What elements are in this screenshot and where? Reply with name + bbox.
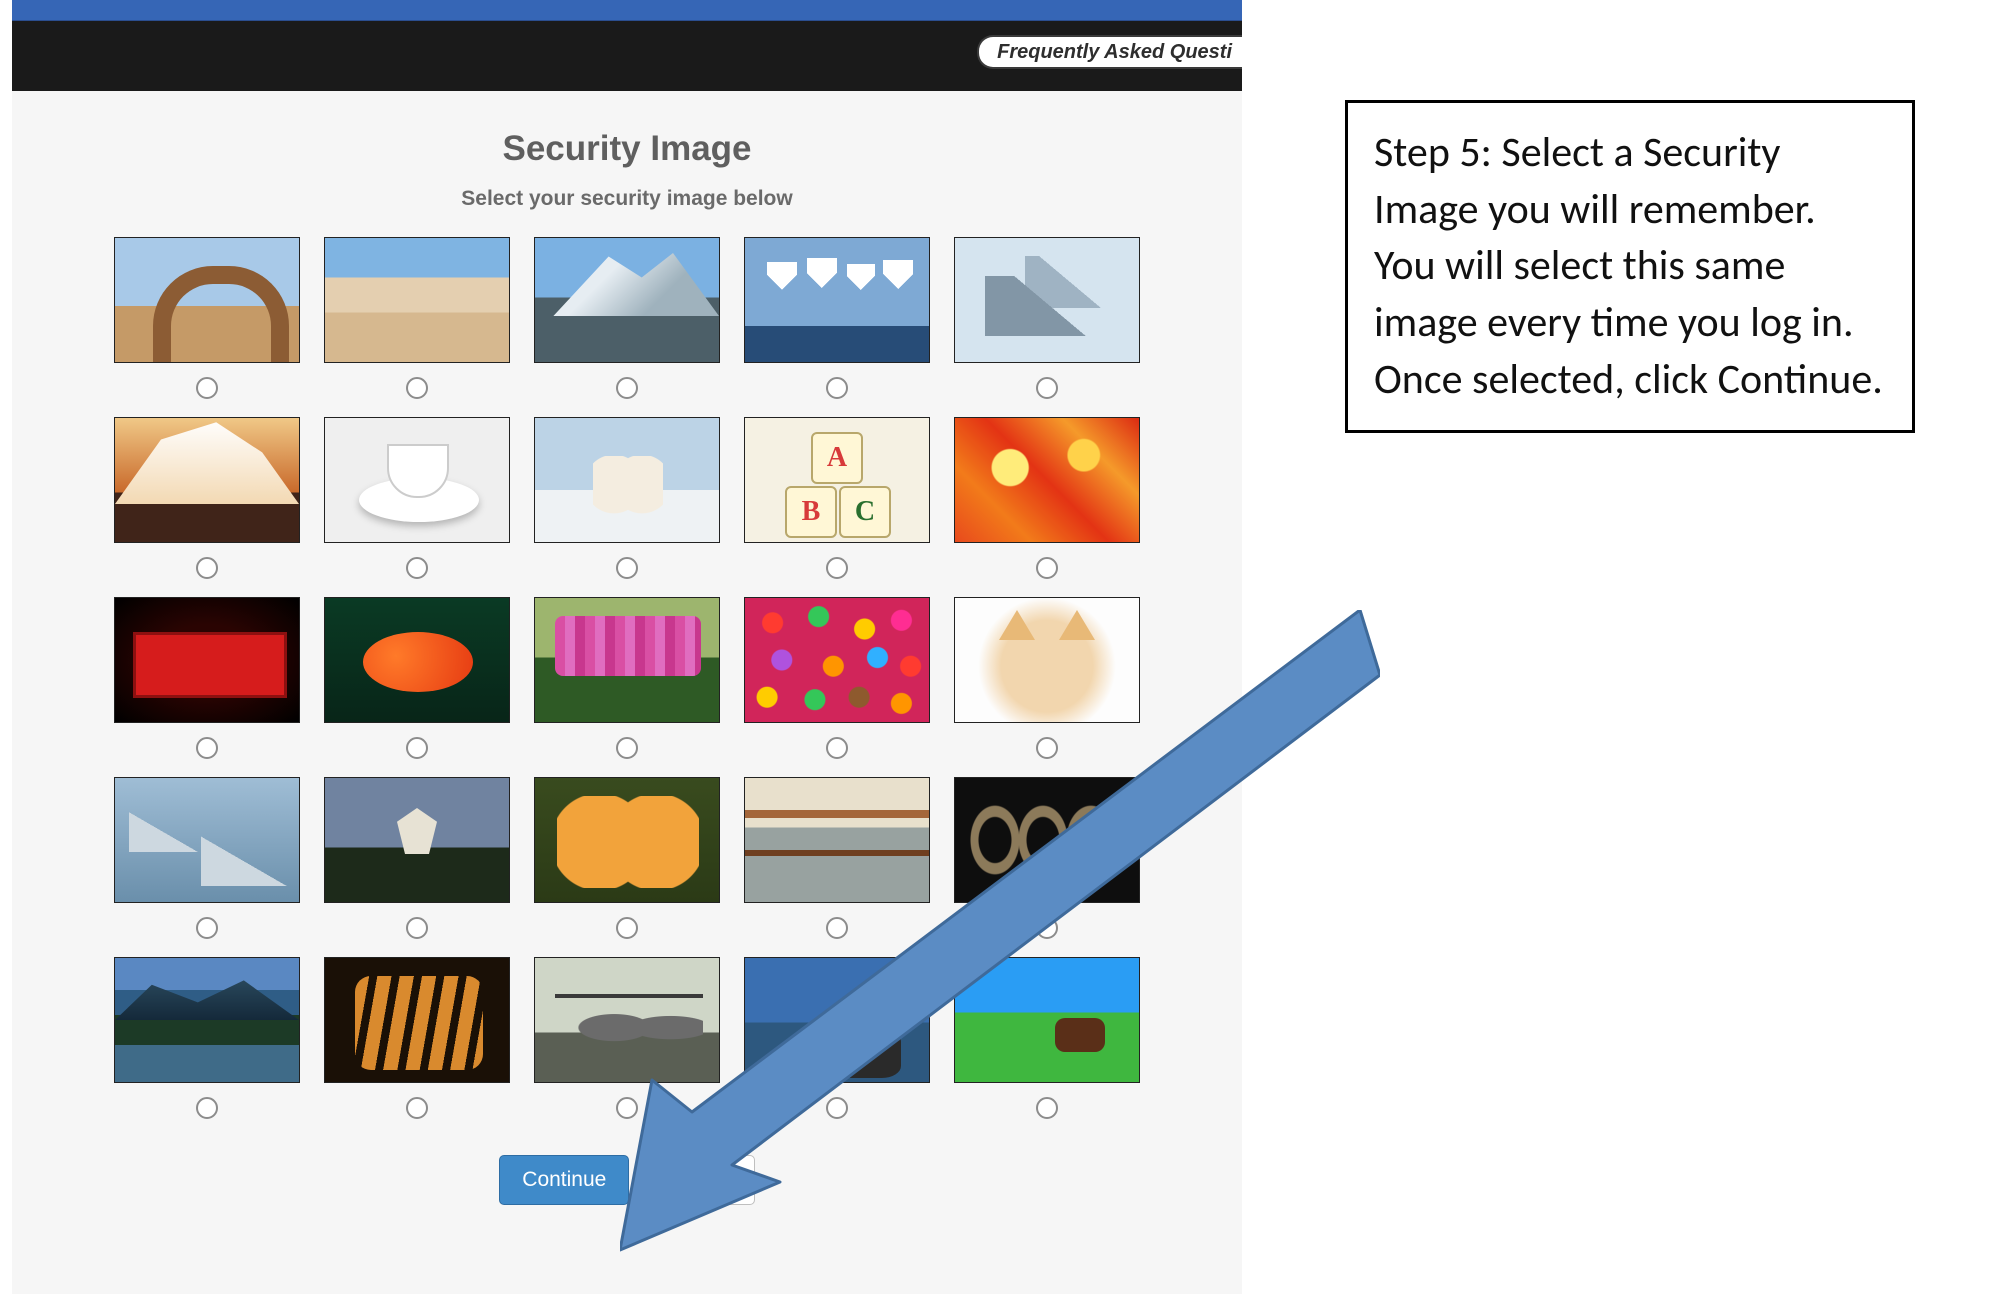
grid-row	[114, 777, 1140, 957]
page-title: Security Image	[12, 129, 1242, 169]
image-option-polar-bears[interactable]	[534, 417, 720, 597]
radio-chain[interactable]	[1036, 917, 1058, 939]
image-option-desert-arch[interactable]	[114, 237, 300, 417]
instruction-callout: Step 5: Select a Security Image you will…	[1345, 100, 1915, 433]
image-option-autumn-leaves[interactable]	[954, 417, 1140, 597]
thumb-mountain-town	[534, 237, 720, 363]
image-option-exit-sign[interactable]: EXIT	[114, 597, 300, 777]
grid-row: EXIT	[114, 597, 1140, 777]
grid-row: A B C	[114, 417, 1140, 597]
radio-exit-sign[interactable]	[196, 737, 218, 759]
callout-text: Step 5: Select a Security Image you will…	[1374, 127, 1883, 405]
app-window: Frequently Asked Questi Security Image S…	[12, 0, 1242, 1294]
grid-row	[114, 957, 1140, 1137]
radio-badlands[interactable]	[406, 377, 428, 399]
thumb-coffee-cup	[324, 417, 510, 543]
thumb-badlands	[324, 237, 510, 363]
thumb-rocky-coast	[744, 957, 930, 1083]
thumb-flower-garden	[534, 597, 720, 723]
radio-snow-peak[interactable]	[196, 557, 218, 579]
image-option-mountain-river[interactable]	[114, 957, 300, 1137]
radio-jellybeans[interactable]	[826, 737, 848, 759]
exit-text: EXIT	[133, 632, 281, 692]
radio-butterfly[interactable]	[616, 917, 638, 939]
radio-bridge[interactable]	[826, 917, 848, 939]
image-option-flower-garden[interactable]	[534, 597, 720, 777]
radio-jets-formation[interactable]	[196, 917, 218, 939]
radio-sailboats[interactable]	[826, 377, 848, 399]
thumb-desert-arch	[114, 237, 300, 363]
radio-coffee-cup[interactable]	[406, 557, 428, 579]
radio-tiger[interactable]	[406, 1097, 428, 1119]
thumb-polar-bears	[534, 417, 720, 543]
image-option-jets-formation[interactable]	[114, 777, 300, 957]
image-option-coffee-cup[interactable]	[324, 417, 510, 597]
thumb-fighter-jet	[954, 237, 1140, 363]
thumb-mountain-river	[114, 957, 300, 1083]
thumb-kitten	[954, 597, 1140, 723]
button-row: Continue Cancel	[12, 1155, 1242, 1205]
grid-row	[114, 237, 1140, 417]
thumb-autumn-leaves	[954, 417, 1140, 543]
image-option-seabird[interactable]	[324, 777, 510, 957]
image-option-jellybeans[interactable]	[744, 597, 930, 777]
continue-button[interactable]: Continue	[499, 1155, 629, 1205]
thumb-jets-formation	[114, 777, 300, 903]
nav-black-bar: Frequently Asked Questi	[12, 21, 1242, 91]
radio-desert-arch[interactable]	[196, 377, 218, 399]
radio-seabird[interactable]	[406, 917, 428, 939]
image-option-helicopters[interactable]	[534, 957, 720, 1137]
radio-orange-fish[interactable]	[406, 737, 428, 759]
page-subtitle: Select your security image below	[12, 187, 1242, 211]
radio-alphabet-blocks[interactable]	[826, 557, 848, 579]
thumb-chain	[954, 777, 1140, 903]
image-option-fighter-jet[interactable]	[954, 237, 1140, 417]
image-option-alphabet-blocks[interactable]: A B C	[744, 417, 930, 597]
top-blue-bar	[12, 0, 1242, 21]
radio-mountain-river[interactable]	[196, 1097, 218, 1119]
image-option-orange-fish[interactable]	[324, 597, 510, 777]
radio-mountain-town[interactable]	[616, 377, 638, 399]
thumb-cow-pasture	[954, 957, 1140, 1083]
thumb-seabird	[324, 777, 510, 903]
faq-link[interactable]: Frequently Asked Questi	[977, 35, 1242, 69]
image-option-snow-peak[interactable]	[114, 417, 300, 597]
radio-fighter-jet[interactable]	[1036, 377, 1058, 399]
thumb-tiger	[324, 957, 510, 1083]
image-option-cow-pasture[interactable]	[954, 957, 1140, 1137]
image-option-tiger[interactable]	[324, 957, 510, 1137]
thumb-butterfly	[534, 777, 720, 903]
image-option-rocky-coast[interactable]	[744, 957, 930, 1137]
thumb-exit-sign: EXIT	[114, 597, 300, 723]
image-option-kitten[interactable]	[954, 597, 1140, 777]
block-b: B	[785, 486, 837, 538]
image-option-chain[interactable]	[954, 777, 1140, 957]
block-a: A	[811, 432, 863, 484]
radio-rocky-coast[interactable]	[826, 1097, 848, 1119]
radio-kitten[interactable]	[1036, 737, 1058, 759]
cancel-button[interactable]: Cancel	[643, 1155, 754, 1205]
thumb-helicopters	[534, 957, 720, 1083]
thumb-orange-fish	[324, 597, 510, 723]
thumb-sailboats	[744, 237, 930, 363]
main-content: Security Image Select your security imag…	[12, 129, 1242, 1205]
image-option-sailboats[interactable]	[744, 237, 930, 417]
image-grid: A B C EXIT	[12, 237, 1242, 1137]
radio-flower-garden[interactable]	[616, 737, 638, 759]
image-option-butterfly[interactable]	[534, 777, 720, 957]
radio-helicopters[interactable]	[616, 1097, 638, 1119]
thumb-alphabet-blocks: A B C	[744, 417, 930, 543]
faq-label: Frequently Asked Questi	[997, 41, 1232, 64]
thumb-jellybeans	[744, 597, 930, 723]
radio-polar-bears[interactable]	[616, 557, 638, 579]
thumb-bridge	[744, 777, 930, 903]
image-option-mountain-town[interactable]	[534, 237, 720, 417]
image-option-bridge[interactable]	[744, 777, 930, 957]
image-option-badlands[interactable]	[324, 237, 510, 417]
block-c: C	[839, 486, 891, 538]
radio-cow-pasture[interactable]	[1036, 1097, 1058, 1119]
thumb-snow-peak	[114, 417, 300, 543]
radio-autumn-leaves[interactable]	[1036, 557, 1058, 579]
